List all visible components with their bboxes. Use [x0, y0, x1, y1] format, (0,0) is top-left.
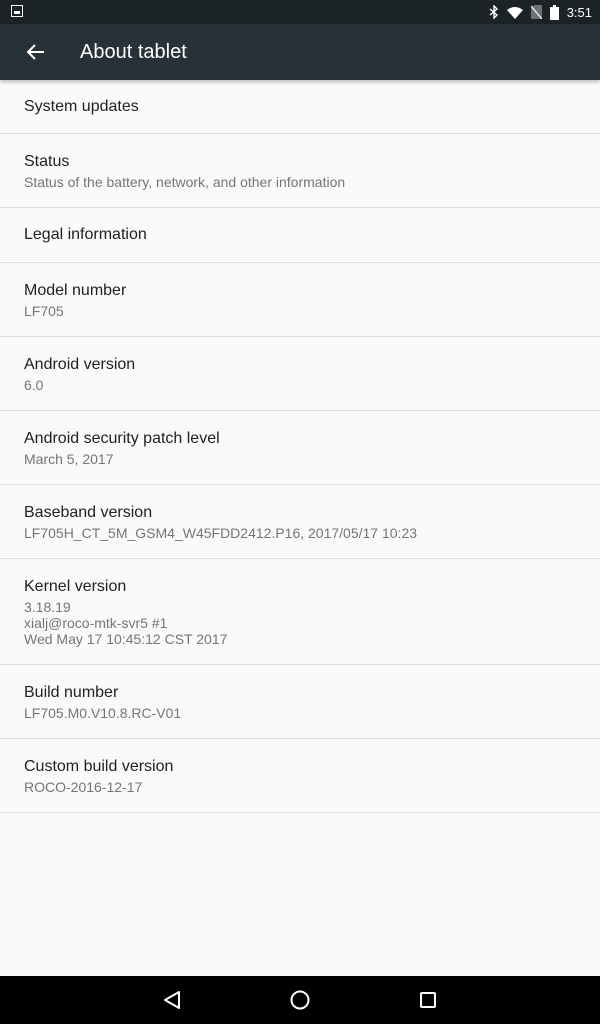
- item-title: Status: [24, 152, 70, 170]
- item-title: Android security patch level: [24, 429, 220, 447]
- item-value: 6.0: [24, 376, 44, 393]
- list-item-system-updates[interactable]: System updates: [0, 80, 600, 134]
- list-item-custom-build-version[interactable]: Custom build version ROCO-2016-12-17: [0, 739, 600, 813]
- gallery-notification-icon: [11, 5, 23, 17]
- clock: 3:51: [566, 4, 592, 20]
- item-title: Kernel version: [24, 577, 127, 595]
- page-title: About tablet: [80, 41, 187, 63]
- item-title: Android version: [24, 355, 136, 373]
- item-title: Model number: [24, 281, 127, 299]
- navigation-bar: [0, 976, 600, 1024]
- settings-list: System updates Status Status of the batt…: [0, 80, 600, 813]
- status-bar: 3:51: [0, 0, 600, 24]
- list-item-model-number[interactable]: Model number LF705: [0, 263, 600, 337]
- item-value: xialj@roco-mtk-svr5 #1: [24, 614, 168, 631]
- triangle-back-icon: [164, 991, 180, 1009]
- list-item-status[interactable]: Status Status of the battery, network, a…: [0, 134, 600, 208]
- item-value: LF705: [24, 302, 64, 319]
- item-value: March 5, 2017: [24, 450, 114, 467]
- list-item-security-patch[interactable]: Android security patch level March 5, 20…: [0, 411, 600, 485]
- item-summary: Status of the battery, network, and othe…: [24, 173, 346, 190]
- item-title: Build number: [24, 683, 119, 701]
- list-item-kernel-version[interactable]: Kernel version 3.18.19 xialj@roco-mtk-sv…: [0, 559, 600, 665]
- list-item-build-number[interactable]: Build number LF705.M0.V10.8.RC-V01: [0, 665, 600, 739]
- item-value: Wed May 17 10:45:12 CST 2017: [24, 630, 228, 647]
- app-toolbar: About tablet: [0, 24, 600, 80]
- item-value: ROCO-2016-12-17: [24, 778, 143, 795]
- battery-icon: [549, 4, 559, 20]
- arrow-back-icon: [27, 44, 44, 60]
- circle-home-icon: [290, 990, 310, 1010]
- bluetooth-icon: [489, 5, 498, 19]
- item-value: LF705.M0.V10.8.RC-V01: [24, 704, 182, 721]
- item-title: Legal information: [24, 226, 147, 243]
- item-value: 3.18.19: [24, 598, 71, 615]
- nav-back-button[interactable]: [142, 976, 202, 1024]
- list-item-android-version[interactable]: Android version 6.0: [0, 337, 600, 411]
- square-recents-icon: [420, 992, 436, 1008]
- item-title: Custom build version: [24, 757, 174, 775]
- back-button[interactable]: [20, 36, 52, 68]
- list-item-baseband-version[interactable]: Baseband version LF705H_CT_5M_GSM4_W45FD…: [0, 485, 600, 559]
- no-sim-icon: [530, 5, 542, 19]
- list-item-legal-information[interactable]: Legal information: [0, 208, 600, 263]
- item-value: LF705H_CT_5M_GSM4_W45FDD2412.P16, 2017/0…: [24, 524, 418, 541]
- nav-recents-button[interactable]: [398, 976, 458, 1024]
- wifi-icon: [506, 6, 523, 19]
- item-title: System updates: [24, 97, 139, 115]
- item-title: Baseband version: [24, 503, 153, 521]
- nav-home-button[interactable]: [270, 976, 330, 1024]
